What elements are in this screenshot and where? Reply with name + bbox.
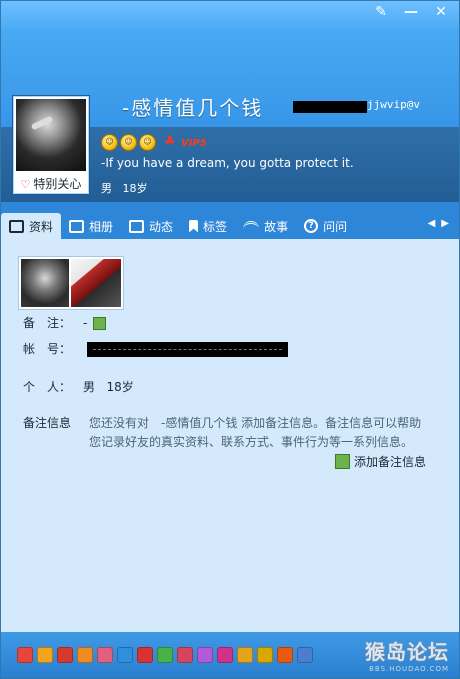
tab-tags[interactable]: 标签	[181, 213, 235, 239]
watermark: 猴岛论坛 BBS.HOUDAO.COM	[365, 636, 449, 673]
service-badges	[17, 647, 313, 663]
service-badge-icon[interactable]	[57, 647, 73, 663]
bookmark-icon	[189, 219, 199, 233]
thumbnail-car[interactable]	[71, 259, 121, 307]
tab-bar: 资料 相册 动态 标签 故事 ? 问问	[1, 213, 459, 239]
tab-profile[interactable]: 资料	[1, 213, 62, 239]
gender: 男	[101, 182, 112, 195]
account-redacted	[87, 342, 288, 357]
tab-ask[interactable]: ? 问问	[296, 213, 355, 239]
edit-icon	[334, 454, 350, 469]
tab-label: 问问	[323, 219, 348, 234]
avatar-photo	[16, 99, 86, 171]
gender-age: 男 18岁	[101, 180, 148, 196]
watermark-url: BBS.HOUDAO.COM	[369, 665, 449, 673]
avatar[interactable]: ♡ 特别关心	[12, 95, 90, 195]
account-row: 帐 号：	[23, 340, 83, 357]
remark-row: 备 注： -	[23, 314, 107, 331]
service-badge-icon[interactable]	[237, 647, 253, 663]
special-care-toggle[interactable]: ♡ 特别关心	[13, 175, 89, 192]
account-redaction	[293, 101, 367, 113]
tab-scroll-arrows[interactable]: ◀▶	[428, 218, 455, 229]
smiley-icon: ☺	[120, 134, 137, 151]
remark-label: 备 注：	[23, 316, 72, 330]
vip-badge[interactable]: VIP5	[181, 138, 207, 149]
person-gender: 男	[83, 380, 96, 394]
album-icon	[69, 219, 85, 233]
service-badge-icon[interactable]	[217, 647, 233, 663]
close-button[interactable]: ✕	[429, 3, 453, 21]
tab-label: 标签	[203, 219, 228, 234]
service-badge-icon[interactable]	[77, 647, 93, 663]
smiley-icon: ☺	[139, 134, 156, 151]
smiley-icon: ☺	[101, 134, 118, 151]
window-controls: ✎ — ✕	[369, 3, 453, 21]
service-badge-icon[interactable]	[197, 647, 213, 663]
account-tail: jjwvip@v	[367, 98, 420, 111]
minimize-button[interactable]: —	[399, 3, 423, 21]
signature: -If you have a dream, you gotta protect …	[101, 156, 354, 170]
tab-feed[interactable]: 动态	[121, 213, 181, 239]
remark-value: -	[83, 316, 88, 330]
skin-brush-button[interactable]: ✎	[369, 3, 393, 21]
note-label: 备注信息	[23, 416, 72, 430]
profile-window: ✎ — ✕ ♡ 特别关心 -感情值几个钱 jjwvip@v ☺ ☺ ☺ ♣ VIP…	[0, 0, 460, 679]
service-badge-icon[interactable]	[277, 647, 293, 663]
tab-label: 动态	[149, 219, 174, 234]
tab-label: 资料	[29, 219, 54, 234]
service-badge-icon[interactable]	[37, 647, 53, 663]
person-age: 18岁	[106, 380, 134, 394]
qq-penguin-icon[interactable]: ♣	[164, 134, 176, 149]
service-badge-icon[interactable]	[297, 647, 313, 663]
profile-card-icon	[9, 219, 24, 233]
bottom-bar: 猴岛论坛 BBS.HOUDAO.COM	[1, 632, 459, 678]
person-label: 个 人：	[23, 380, 72, 394]
service-badge-icon[interactable]	[157, 647, 173, 663]
profile-panel: 备 注： - 帐 号： 个 人： 男 18岁 备注信息 您还没有对 -感情值几个钱 …	[1, 239, 459, 632]
service-badge-icon[interactable]	[117, 647, 133, 663]
feed-icon	[129, 219, 145, 233]
status-icons: ☺ ☺ ☺	[101, 134, 156, 151]
question-icon: ?	[304, 219, 319, 233]
person-row: 个 人： 男 18岁	[23, 378, 134, 395]
tab-label: 相册	[89, 219, 114, 234]
thumbnail-singer[interactable]	[21, 259, 69, 307]
add-note-label: 添加备注信息	[353, 455, 426, 469]
tab-album[interactable]: 相册	[61, 213, 121, 239]
service-badge-icon[interactable]	[17, 647, 33, 663]
age: 18岁	[122, 182, 148, 195]
tab-label: 故事	[264, 219, 289, 234]
watermark-title: 猴岛论坛	[365, 640, 449, 664]
service-badge-icon[interactable]	[97, 647, 113, 663]
note-text: 您还没有对 -感情值几个钱 添加备注信息。备注信息可以帮助您记录好友的真实资料、…	[89, 416, 422, 449]
service-badge-icon[interactable]	[137, 647, 153, 663]
special-care-label: 特别关心	[33, 177, 82, 191]
signal-icon	[243, 221, 260, 231]
photo-thumbnails	[18, 256, 124, 310]
edit-icon[interactable]	[93, 317, 107, 330]
add-note-link[interactable]: 添加备注信息	[334, 453, 426, 470]
service-badge-icon[interactable]	[177, 647, 193, 663]
nickname: -感情值几个钱	[122, 96, 264, 120]
tab-stories[interactable]: 故事	[235, 213, 296, 239]
service-badge-icon[interactable]	[257, 647, 273, 663]
account-label: 帐 号：	[23, 342, 72, 356]
heart-icon: ♡	[20, 178, 31, 191]
